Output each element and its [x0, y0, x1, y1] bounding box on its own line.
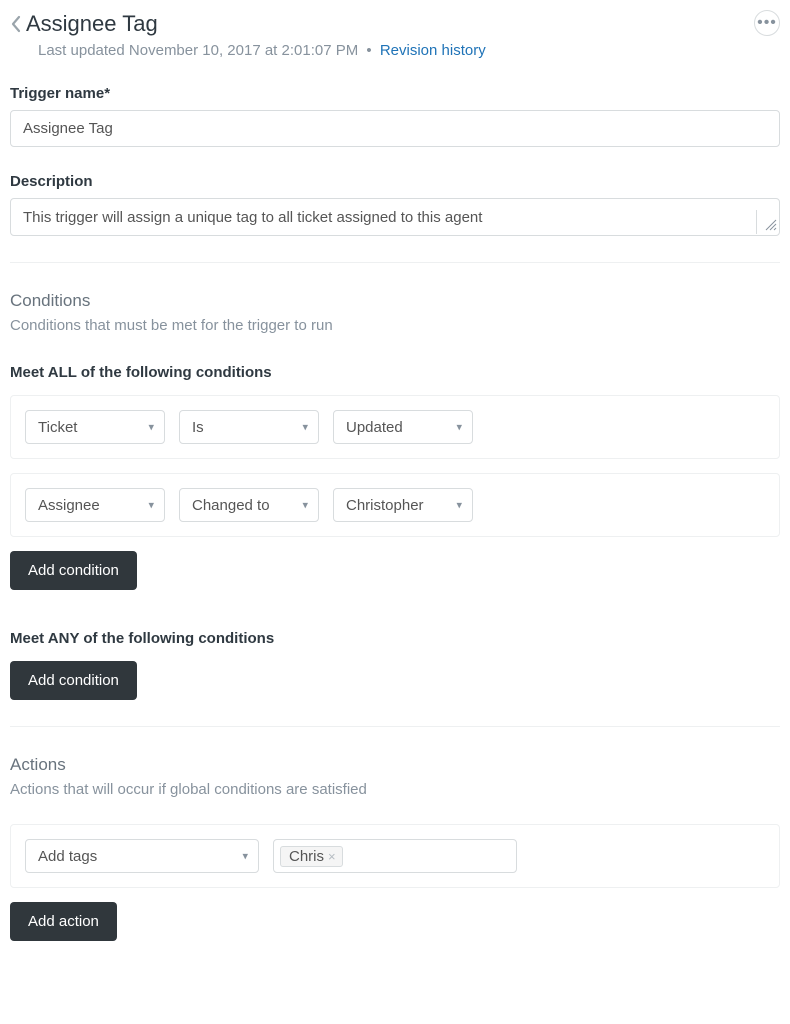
- actions-subtitle: Actions that will occur if global condit…: [10, 781, 780, 798]
- condition-field-select[interactable]: Assignee ▾: [25, 488, 165, 522]
- chevron-down-icon: ▾: [148, 499, 154, 512]
- action-row: Add tags ▾ Chris ×: [10, 824, 780, 888]
- condition-operator-select[interactable]: Is ▾: [179, 410, 319, 444]
- condition-value-select[interactable]: Updated ▾: [333, 410, 473, 444]
- divider: [10, 726, 780, 727]
- dots-icon: •••: [757, 15, 777, 31]
- chevron-down-icon: ▾: [302, 421, 308, 434]
- revision-history-link[interactable]: Revision history: [380, 42, 486, 59]
- actions-title: Actions: [10, 755, 780, 775]
- condition-row: Assignee ▾ Changed to ▾ Christopher ▾: [10, 473, 780, 537]
- chevron-down-icon: ▾: [456, 499, 462, 512]
- trigger-name-input[interactable]: [10, 110, 780, 147]
- condition-operator-select[interactable]: Changed to ▾: [179, 488, 319, 522]
- meet-any-heading: Meet ANY of the following conditions: [10, 630, 780, 647]
- condition-field-select[interactable]: Ticket ▾: [25, 410, 165, 444]
- chevron-down-icon: ▾: [456, 421, 462, 434]
- page-title: Assignee Tag: [26, 10, 158, 38]
- chevron-down-icon: ▾: [148, 421, 154, 434]
- trigger-name-label: Trigger name*: [10, 85, 780, 102]
- chevron-down-icon: ▾: [242, 850, 248, 863]
- chevron-down-icon: ▾: [302, 499, 308, 512]
- back-button[interactable]: [10, 10, 22, 40]
- conditions-subtitle: Conditions that must be met for the trig…: [10, 317, 780, 334]
- tag-input[interactable]: Chris ×: [273, 839, 517, 873]
- conditions-title: Conditions: [10, 291, 780, 311]
- tag-chip: Chris ×: [280, 846, 343, 867]
- add-condition-button[interactable]: Add condition: [10, 551, 137, 590]
- add-action-button[interactable]: Add action: [10, 902, 117, 941]
- resize-handle-icon[interactable]: [756, 210, 780, 234]
- add-condition-button[interactable]: Add condition: [10, 661, 137, 700]
- description-input[interactable]: [10, 198, 780, 236]
- divider: [10, 262, 780, 263]
- more-options-button[interactable]: •••: [754, 10, 780, 36]
- condition-value-select[interactable]: Christopher ▾: [333, 488, 473, 522]
- description-label: Description: [10, 173, 780, 190]
- action-field-select[interactable]: Add tags ▾: [25, 839, 259, 873]
- last-updated-line: Last updated November 10, 2017 at 2:01:0…: [38, 42, 780, 59]
- meet-all-heading: Meet ALL of the following conditions: [10, 364, 780, 381]
- condition-row: Ticket ▾ Is ▾ Updated ▾: [10, 395, 780, 459]
- remove-tag-icon[interactable]: ×: [328, 850, 336, 863]
